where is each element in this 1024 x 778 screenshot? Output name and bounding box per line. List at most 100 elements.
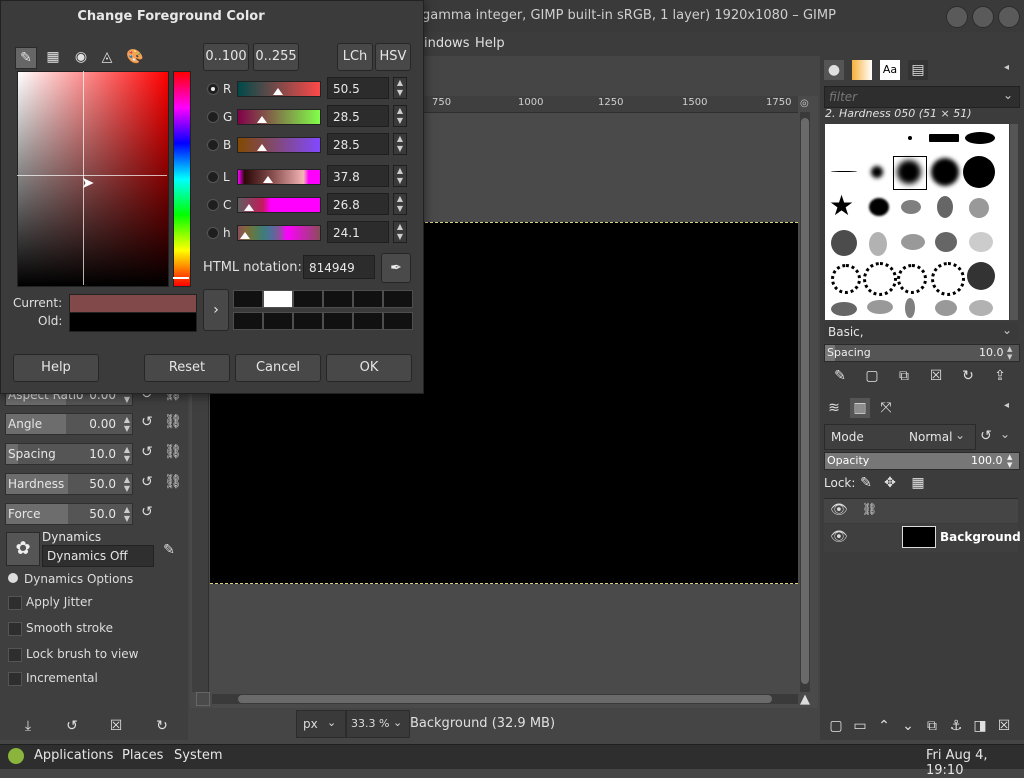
input-c[interactable]: 26.8 xyxy=(327,193,389,215)
brush-as-image-icon[interactable]: ⇪ xyxy=(990,366,1010,386)
fonts-tab-icon[interactable]: Aa xyxy=(880,60,900,80)
maximize-button[interactable] xyxy=(972,6,994,28)
raise-layer-icon[interactable]: ⌃ xyxy=(874,716,894,736)
duplicate-layer-icon[interactable]: ⧉ xyxy=(922,716,942,736)
clock[interactable]: Fri Aug 4, 19:10 xyxy=(926,748,1024,778)
eye-icon[interactable]: 👁 xyxy=(830,529,848,545)
apply-jitter-checkbox[interactable] xyxy=(8,596,22,610)
input-b[interactable]: 28.5 xyxy=(327,133,389,155)
layer-mask-icon[interactable]: ◨ xyxy=(970,716,990,736)
input-g[interactable]: 28.5 xyxy=(327,105,389,127)
new-brush-icon[interactable]: ▢ xyxy=(862,366,882,386)
gimp-selector-icon[interactable]: ✎ xyxy=(15,47,37,69)
spin-c[interactable]: ▲ ▼ xyxy=(393,193,407,215)
close-window-button[interactable] xyxy=(998,6,1020,28)
dynamics-icon[interactable]: ✿ xyxy=(6,532,40,566)
brush-tag-select[interactable]: Basic, ⌄ xyxy=(824,323,1018,341)
reset-icon[interactable]: ↺ xyxy=(138,504,156,524)
reset-button[interactable]: Reset xyxy=(144,354,230,382)
input-r[interactable]: 50.5 xyxy=(327,77,389,99)
dock-menu-icon[interactable]: ◂ xyxy=(1004,62,1009,73)
dock-menu-icon[interactable]: ◂ xyxy=(1004,400,1009,411)
vertical-scroll-thumb[interactable] xyxy=(801,118,809,684)
lock-brush-label[interactable]: Lock brush to view xyxy=(26,647,139,661)
history-swatch[interactable] xyxy=(353,312,383,330)
places-menu[interactable]: Places xyxy=(122,748,163,763)
smooth-stroke-checkbox[interactable] xyxy=(8,622,22,636)
chain-icon[interactable]: ⛓ xyxy=(164,414,182,434)
history-swatch[interactable] xyxy=(293,312,323,330)
smooth-stroke-label[interactable]: Smooth stroke xyxy=(26,621,113,635)
edit-brush-icon[interactable]: ✎ xyxy=(830,366,850,386)
lock-brush-checkbox[interactable] xyxy=(8,648,22,662)
range-0-255-button[interactable]: 0..255 xyxy=(253,43,299,71)
radio-h[interactable] xyxy=(207,227,219,239)
spin-g[interactable]: ▲ ▼ xyxy=(393,105,407,127)
force-slider[interactable]: Force 50.0 ▲ ▼ xyxy=(5,503,133,525)
composite-mode-icon[interactable]: ↺ xyxy=(976,426,996,446)
help-button[interactable]: Help xyxy=(13,354,99,382)
delete-options-icon[interactable]: ☒ xyxy=(106,716,126,736)
hue-strip[interactable] xyxy=(173,71,191,287)
history-swatch[interactable] xyxy=(233,290,263,308)
history-swatch[interactable] xyxy=(323,290,353,308)
history-swatch[interactable] xyxy=(263,290,293,308)
history-swatch[interactable] xyxy=(353,290,383,308)
delete-brush-icon[interactable]: ☒ xyxy=(926,366,946,386)
spacing-slider[interactable]: Spacing 10.0 ▲ ▼ xyxy=(5,443,133,465)
slider-g[interactable] xyxy=(237,109,321,125)
restore-options-icon[interactable]: ↺ xyxy=(62,716,82,736)
lch-button[interactable]: LCh xyxy=(337,43,373,71)
ok-button[interactable]: OK xyxy=(326,354,412,382)
spin-l[interactable]: ▲ ▼ xyxy=(393,165,407,187)
range-0-100-button[interactable]: 0..100 xyxy=(203,43,249,71)
history-swatch[interactable] xyxy=(263,312,293,330)
chevron-down-icon[interactable]: ⌄ xyxy=(1000,427,1010,441)
triangle-selector-icon[interactable]: ◬ xyxy=(97,47,117,67)
chain-icon[interactable]: ⛓ xyxy=(164,474,182,494)
paths-tab-icon[interactable]: ⤧ xyxy=(876,398,896,418)
radio-g[interactable] xyxy=(207,111,219,123)
brush-filter-input[interactable]: filter ⌄ xyxy=(824,86,1020,108)
anchor-layer-icon[interactable]: ⚓ xyxy=(946,716,966,736)
save-options-icon[interactable]: ⤓ xyxy=(18,716,38,736)
brushes-tab-icon[interactable]: ● xyxy=(824,60,844,80)
wheel-selector-icon[interactable]: ◉ xyxy=(71,47,91,67)
dynamics-options-label[interactable]: Dynamics Options xyxy=(24,572,133,586)
refresh-brushes-icon[interactable]: ↻ xyxy=(958,366,978,386)
chain-icon[interactable]: ⛓ xyxy=(164,444,182,464)
history-swatch[interactable] xyxy=(233,312,263,330)
delete-layer-icon[interactable]: ☒ xyxy=(994,716,1014,736)
reset-icon[interactable]: ↺ xyxy=(138,414,156,434)
cancel-button[interactable]: Cancel xyxy=(235,354,321,382)
radio-r[interactable] xyxy=(207,83,219,95)
history-swatch[interactable] xyxy=(323,312,353,330)
expander-icon[interactable] xyxy=(8,573,18,583)
incremental-checkbox[interactable] xyxy=(8,672,22,686)
menu-help[interactable]: Help xyxy=(475,36,505,51)
input-h[interactable]: 24.1 xyxy=(327,221,389,243)
opacity-slider[interactable]: Opacity 100.0 ▲ ▼ xyxy=(824,452,1020,470)
color-picker-button[interactable]: ✒ xyxy=(381,253,411,283)
lock-alpha-icon[interactable]: ▦ xyxy=(908,473,928,493)
quick-mask-icon[interactable]: ◎ xyxy=(800,98,812,110)
minimize-button[interactable] xyxy=(946,6,968,28)
new-group-icon[interactable]: ▭ xyxy=(850,716,870,736)
chain-icon[interactable]: ⛓ xyxy=(862,502,877,516)
cmyk-selector-icon[interactable]: ▦ xyxy=(43,47,63,67)
radio-c[interactable] xyxy=(207,199,219,211)
new-layer-icon[interactable]: ▢ xyxy=(826,716,846,736)
menu-windows[interactable]: indows xyxy=(424,36,469,51)
duplicate-brush-icon[interactable]: ⧉ xyxy=(894,366,914,386)
layer-name[interactable]: Background xyxy=(940,530,1021,544)
eye-icon[interactable]: 👁 xyxy=(830,502,848,518)
layer-row[interactable]: 👁 Background xyxy=(824,524,1021,552)
lock-pixels-icon[interactable]: ✎ xyxy=(856,473,876,493)
input-l[interactable]: 37.8 xyxy=(327,165,389,187)
dynamics-select[interactable]: Dynamics Off xyxy=(42,545,154,567)
spin-r[interactable]: ▲ ▼ xyxy=(393,77,407,99)
add-to-history-button[interactable]: › xyxy=(203,289,229,331)
edit-dynamics-icon[interactable]: ✎ xyxy=(160,542,178,562)
history-swatch[interactable] xyxy=(293,290,323,308)
spin-b[interactable]: ▲ ▼ xyxy=(393,133,407,155)
